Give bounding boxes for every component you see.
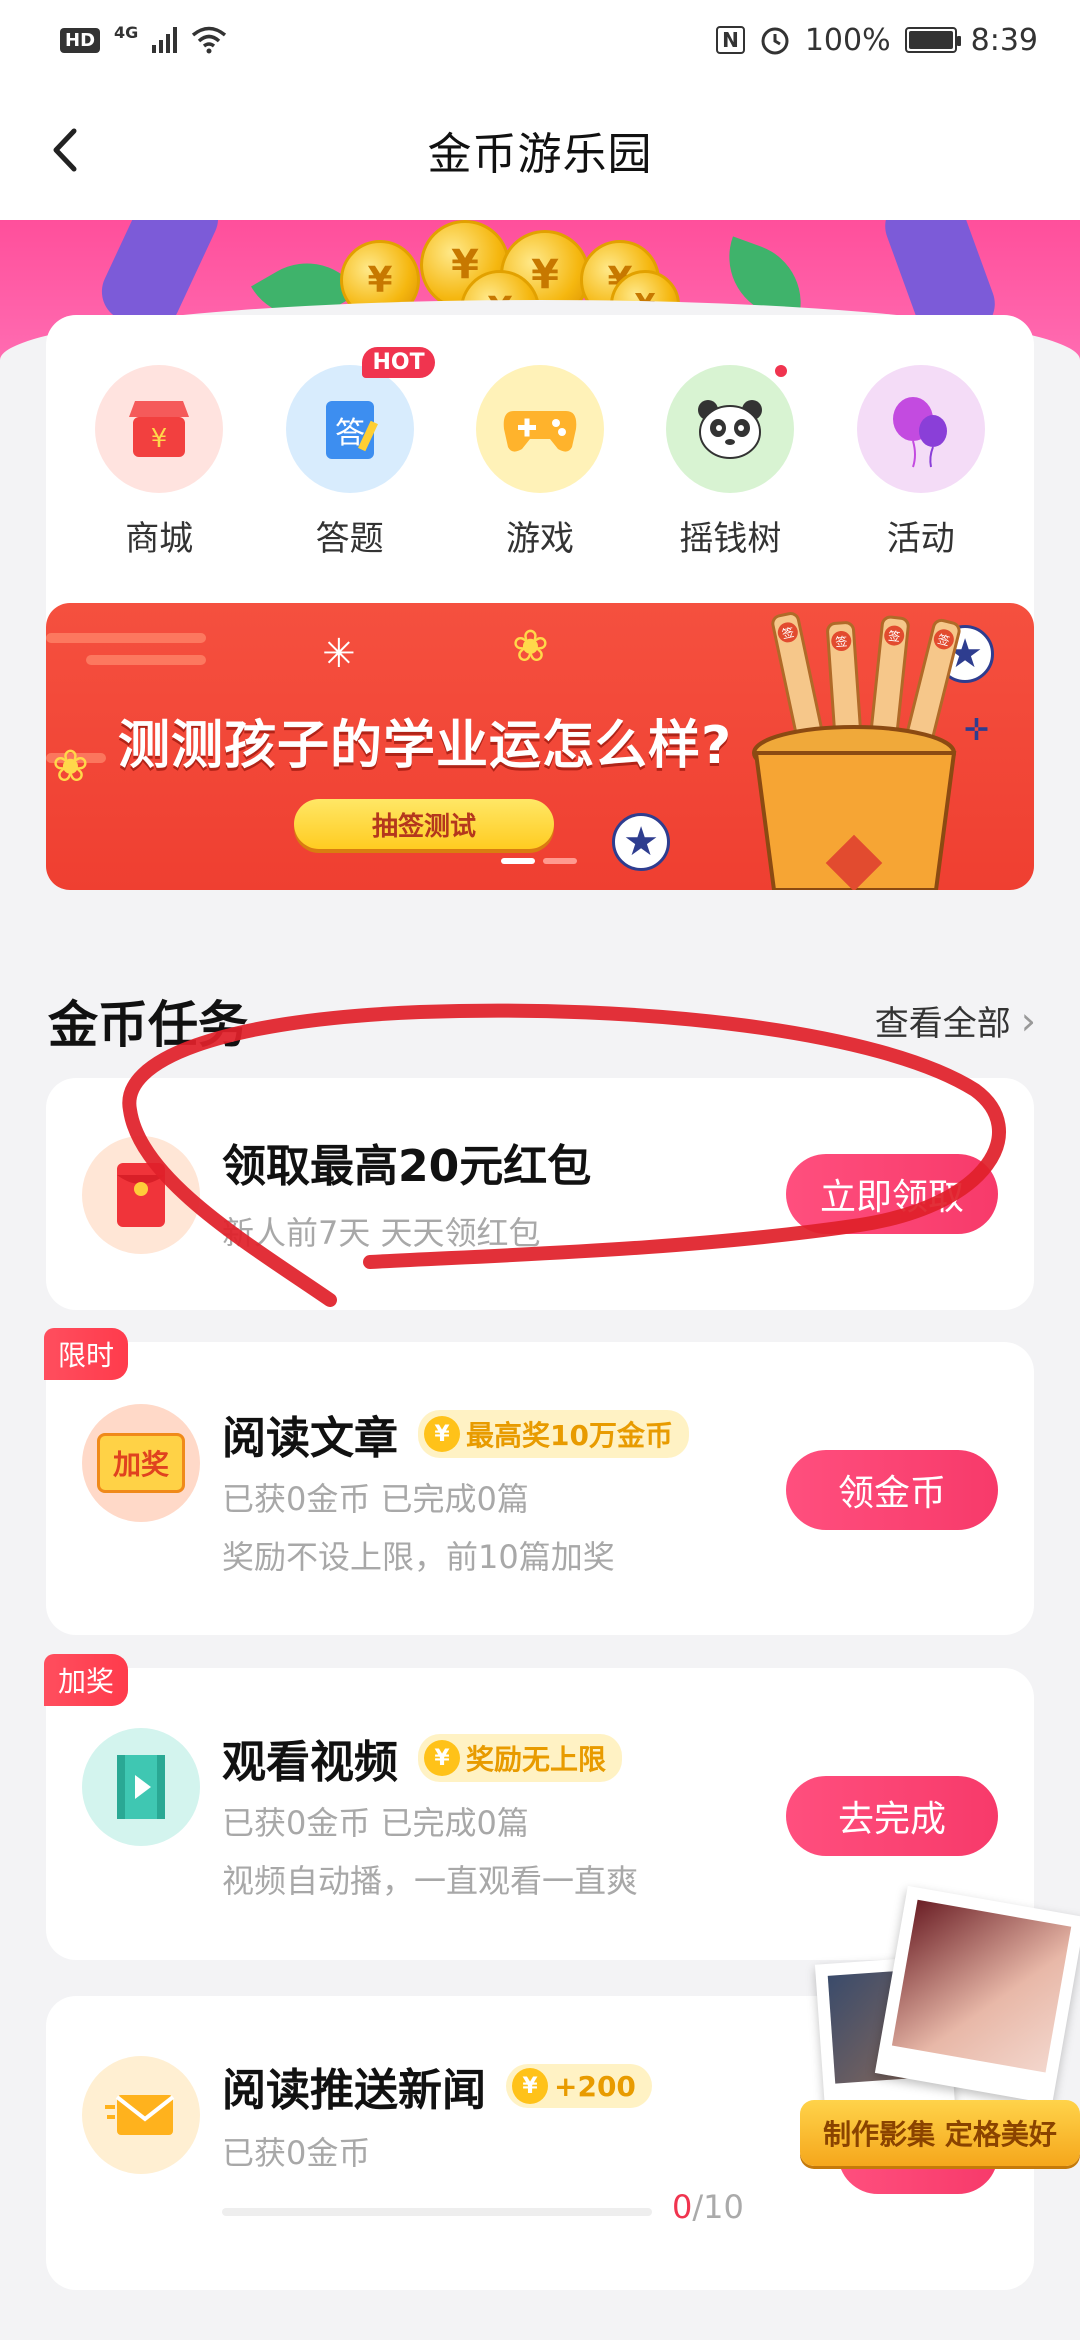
fortune-sticks-illustration: 签 签 签 签 bbox=[744, 603, 1024, 890]
sparkle-icon: ✳ bbox=[322, 631, 356, 677]
gamepad-icon bbox=[475, 365, 604, 493]
hot-badge: HOT bbox=[362, 347, 435, 378]
task-progress-text: 已获0金币 已完成0篇 bbox=[222, 1480, 529, 1518]
mail-icon bbox=[82, 2056, 200, 2174]
task-card-red-packet: 领取最高20元红包 新人前7天 天天领红包 立即领取 bbox=[46, 1078, 1034, 1310]
flower-icon: ❀ bbox=[52, 741, 89, 792]
task-subtitle: 新人前7天 天天领红包 bbox=[222, 1214, 541, 1252]
reward-text: +200 bbox=[554, 2069, 636, 2103]
task-title: 领取最高20元红包 bbox=[222, 1141, 592, 1192]
reward-text: 奖励无上限 bbox=[466, 1743, 607, 1776]
quick-icon-label: 摇钱树 bbox=[679, 519, 782, 559]
reward-tag: ¥ 奖励无上限 bbox=[418, 1734, 623, 1782]
network-type: 4G bbox=[114, 22, 139, 42]
quick-icon-quiz[interactable]: 答 HOT 答题 bbox=[265, 347, 435, 560]
reward-tag: ¥ 最高奖10万金币 bbox=[418, 1410, 689, 1458]
coin-icon: ¥ bbox=[424, 1740, 460, 1776]
claim-now-button[interactable]: 立即领取 bbox=[786, 1154, 998, 1234]
nfc-icon: N bbox=[716, 26, 745, 54]
reward-tag: ¥ +200 bbox=[506, 2064, 652, 2108]
go-complete-button[interactable]: 去完成 bbox=[786, 1776, 998, 1856]
promo-draw-button[interactable]: 抽签测试 bbox=[294, 799, 554, 849]
coin-icon: ¥ bbox=[424, 1416, 460, 1452]
task-card-read-articles: 限时 加奖 阅读文章 ¥ 最高奖10万金币 已获0金币 已完成0篇 奖励不设上限，… bbox=[44, 1328, 1034, 1635]
task-title-wrap: 观看视频 ¥ 奖励无上限 bbox=[222, 1726, 623, 1790]
status-bar: HD 4G N 100% 8:39 bbox=[0, 0, 1080, 80]
main-card: ¥ 商城 答 HOT 答题 游戏 摇钱树 活动 ✳ ❀ ❀ 测测孩子的学业运怎么… bbox=[46, 315, 1034, 890]
task-description: 视频自动播，一直观看一直爽 bbox=[222, 1862, 639, 1900]
coin-icon: ¥ bbox=[512, 2068, 548, 2104]
quick-icon-money-tree[interactable]: 摇钱树 bbox=[645, 363, 815, 560]
flower-icon: ❀ bbox=[512, 621, 549, 672]
progress-count: 0/10 bbox=[672, 2188, 744, 2226]
chevron-right-icon: › bbox=[1020, 998, 1036, 1043]
task-progress-text: 已获0金币 bbox=[222, 2134, 371, 2172]
clock: 8:39 bbox=[970, 22, 1038, 58]
quick-icon-game[interactable]: 游戏 bbox=[455, 365, 625, 560]
star-icon: ★ bbox=[612, 813, 670, 871]
stick-label: 签 bbox=[887, 628, 901, 644]
nav-bar: 金币游乐园 bbox=[0, 80, 1080, 220]
task-description: 奖励不设上限，前10篇加奖 bbox=[222, 1538, 615, 1576]
decor-line bbox=[86, 655, 206, 665]
back-arrow-icon bbox=[53, 128, 77, 172]
panda-icon bbox=[666, 365, 795, 493]
ad-label: 制作影集 定格美好 bbox=[800, 2100, 1080, 2166]
promo-title: 测测孩子的学业运怎么样? bbox=[118, 716, 733, 776]
alarm-icon bbox=[761, 27, 789, 55]
shop-icon: ¥ bbox=[95, 365, 224, 493]
quick-icon-label: 答题 bbox=[315, 519, 384, 559]
task-title: 阅读推送新闻 bbox=[222, 2065, 486, 2116]
collect-coins-button[interactable]: 领金币 bbox=[786, 1450, 998, 1530]
task-progress-text: 已获0金币 已完成0篇 bbox=[222, 1804, 529, 1842]
bonus-icon-text: 加奖 bbox=[97, 1433, 185, 1493]
video-icon bbox=[82, 1728, 200, 1846]
bonus-icon: 加奖 bbox=[82, 1404, 200, 1522]
see-all-link[interactable]: 查看全部 › bbox=[875, 996, 1036, 1045]
task-title: 观看视频 bbox=[222, 1737, 398, 1788]
task-title-wrap: 领取最高20元红包 bbox=[222, 1130, 591, 1194]
task-title-wrap: 阅读文章 ¥ 最高奖10万金币 bbox=[222, 1402, 689, 1466]
promo-banner[interactable]: ✳ ❀ ❀ 测测孩子的学业运怎么样? 抽签测试 ★ ★ ✛ 签 签 签 签 bbox=[46, 603, 1034, 890]
task-title-wrap: 阅读推送新闻 ¥ +200 bbox=[222, 2054, 652, 2118]
battery-percent: 100% bbox=[804, 22, 891, 58]
battery-icon bbox=[904, 27, 961, 53]
task-title: 阅读文章 bbox=[222, 1413, 398, 1464]
tasks-section-title: 金币任务 bbox=[48, 996, 248, 1054]
red-packet-icon bbox=[82, 1136, 200, 1254]
see-all-label: 查看全部 bbox=[874, 1004, 1011, 1044]
quick-icon-shop[interactable]: ¥ 商城 bbox=[74, 365, 244, 560]
quick-icons-row: ¥ 商城 答 HOT 答题 游戏 摇钱树 活动 bbox=[46, 347, 1034, 560]
quick-icon-activity[interactable]: 活动 bbox=[836, 365, 1006, 560]
progress-bar bbox=[222, 2208, 652, 2216]
page-title: 金币游乐园 bbox=[427, 129, 653, 180]
hd-indicator: HD bbox=[60, 27, 101, 53]
stick-label: 签 bbox=[835, 634, 848, 650]
notification-dot bbox=[773, 363, 790, 379]
carousel-dots bbox=[501, 858, 577, 864]
quick-icon-label: 游戏 bbox=[505, 519, 574, 559]
balloon-icon bbox=[856, 365, 985, 493]
floating-photo-album-ad[interactable]: 制作影集 定格美好 bbox=[800, 1885, 1080, 2200]
decor-line bbox=[46, 633, 206, 643]
limited-tag: 限时 bbox=[44, 1328, 129, 1380]
progress-total: /10 bbox=[692, 2188, 744, 2226]
reward-text: 最高奖10万金币 bbox=[466, 1419, 673, 1452]
svg-text:¥: ¥ bbox=[151, 424, 168, 454]
photo-thumbnail bbox=[874, 1885, 1080, 2105]
back-button[interactable] bbox=[36, 120, 96, 180]
quiz-icon: 答 bbox=[285, 365, 414, 493]
wifi-icon bbox=[192, 26, 227, 54]
bonus-tag: 加奖 bbox=[44, 1654, 129, 1706]
quick-icon-label: 商城 bbox=[125, 519, 194, 559]
quick-icon-label: 活动 bbox=[886, 519, 955, 559]
progress-current: 0 bbox=[672, 2188, 693, 2226]
signal-icon bbox=[152, 27, 178, 53]
